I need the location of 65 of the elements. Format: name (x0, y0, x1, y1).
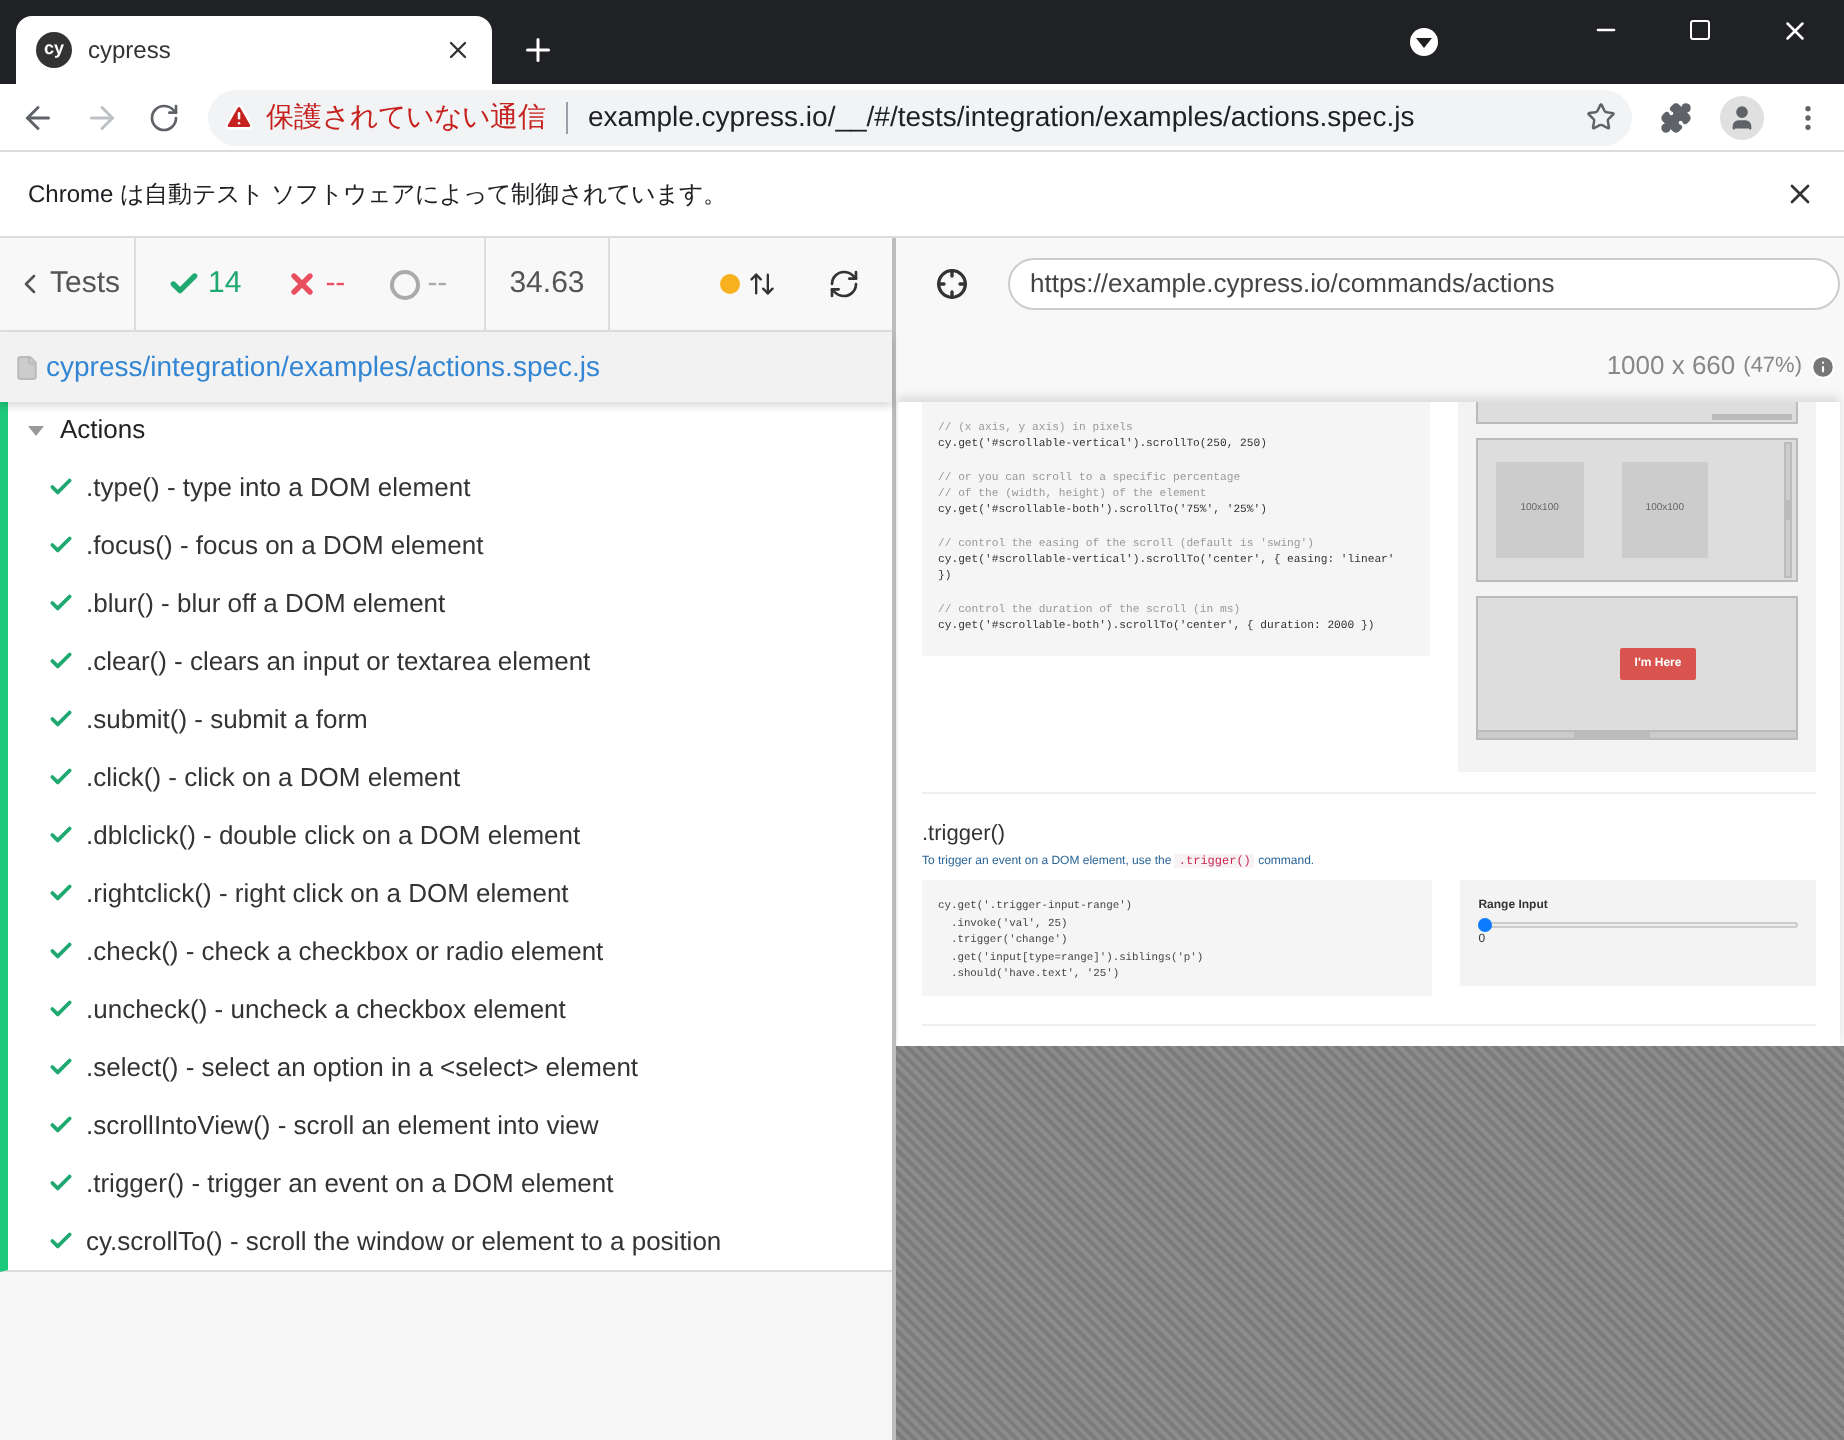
close-icon[interactable] (444, 36, 472, 64)
tab-title: cypress (88, 34, 173, 68)
resize-icon[interactable] (748, 268, 776, 300)
reload-icon[interactable] (148, 101, 180, 133)
check-icon (48, 590, 74, 616)
check-icon (48, 880, 74, 906)
check-icon (48, 1170, 74, 1196)
test-item[interactable]: .rightclick() - right click on a DOM element (8, 864, 892, 922)
viewport-size: 1000 x 660 (1606, 348, 1736, 385)
maximize-icon[interactable] (1688, 18, 1712, 42)
aut-url-field[interactable]: https://example.cypress.io/commands/actions (1008, 258, 1840, 310)
check-icon (48, 648, 74, 674)
warning-icon (224, 102, 254, 132)
check-icon (48, 1112, 74, 1138)
range-slider[interactable] (1478, 918, 1798, 932)
check-icon (48, 764, 74, 790)
url-text: example.cypress.io/__/#/tests/integration/examples/actions.spec.js (588, 98, 1417, 136)
test-item[interactable]: cy.scrollTo() - scroll the window or element to a position (8, 1212, 892, 1270)
check-icon (48, 822, 74, 848)
test-item[interactable]: .focus() - focus on a DOM element (8, 516, 892, 574)
star-icon[interactable] (1586, 102, 1616, 132)
check-icon (48, 706, 74, 732)
test-item[interactable]: .blur() - blur off a DOM element (8, 574, 892, 632)
test-item[interactable]: .dblclick() - double click on a DOM element (8, 806, 892, 864)
slider-thumb[interactable] (1478, 918, 1493, 932)
browser-tab[interactable]: cy cypress (16, 16, 492, 84)
test-item[interactable]: .clear() - clears an input or textarea element (8, 632, 892, 690)
tests-back-button[interactable]: Tests (0, 238, 136, 330)
address-bar[interactable]: 保護されていない通信 example.cypress.io/__/#/tests/integration/examples/actions.spec.js (208, 89, 1632, 145)
duration: 34.63 (509, 263, 585, 304)
info-icon[interactable] (1810, 353, 1836, 379)
profile-icon[interactable] (1720, 95, 1764, 139)
test-item[interactable]: .click() - click on a DOM element (8, 748, 892, 806)
rerun-icon[interactable] (828, 268, 860, 300)
test-item[interactable]: .scrollIntoView() - scroll an element into view (8, 1096, 892, 1154)
section-title: .trigger() (922, 820, 1006, 848)
close-window-icon[interactable] (1780, 16, 1810, 46)
selector-playground-icon[interactable] (936, 268, 968, 300)
test-item[interactable]: .type() - type into a DOM element (8, 458, 892, 516)
new-tab-icon[interactable] (520, 32, 556, 68)
failed-count: -- (325, 263, 346, 304)
test-item[interactable]: .submit() - submit a form (8, 690, 892, 748)
pending-count: -- (427, 263, 448, 304)
check-icon (48, 938, 74, 964)
test-item[interactable]: .select() - select an option in a <select> element (8, 1038, 892, 1096)
cross-icon (285, 268, 318, 300)
check-icon (48, 532, 74, 558)
test-item[interactable]: .uncheck() - uncheck a checkbox element (8, 980, 892, 1038)
tab-search-icon[interactable] (1410, 28, 1438, 56)
infobar-message: Chrome は自動テスト ソフトウェアによって制御されています。 (28, 178, 729, 212)
check-icon (48, 996, 74, 1022)
pending-icon (389, 269, 420, 299)
file-icon (14, 353, 40, 381)
passed-count: 14 (208, 263, 242, 304)
caret-icon (28, 425, 44, 435)
test-item[interactable]: .check() - check a checkbox or radio element (8, 922, 892, 980)
check-icon (48, 1054, 74, 1080)
security-warning: 保護されていない通信 (266, 98, 546, 136)
test-item[interactable]: .trigger() - trigger an event on a DOM element (8, 1154, 892, 1212)
suite-header[interactable]: Actions (8, 402, 892, 458)
scale-percent: (47%) (1743, 351, 1802, 382)
check-icon (48, 474, 74, 500)
extensions-icon[interactable] (1660, 101, 1692, 133)
check-icon (48, 1228, 74, 1254)
tab-logo: cy (36, 32, 72, 68)
